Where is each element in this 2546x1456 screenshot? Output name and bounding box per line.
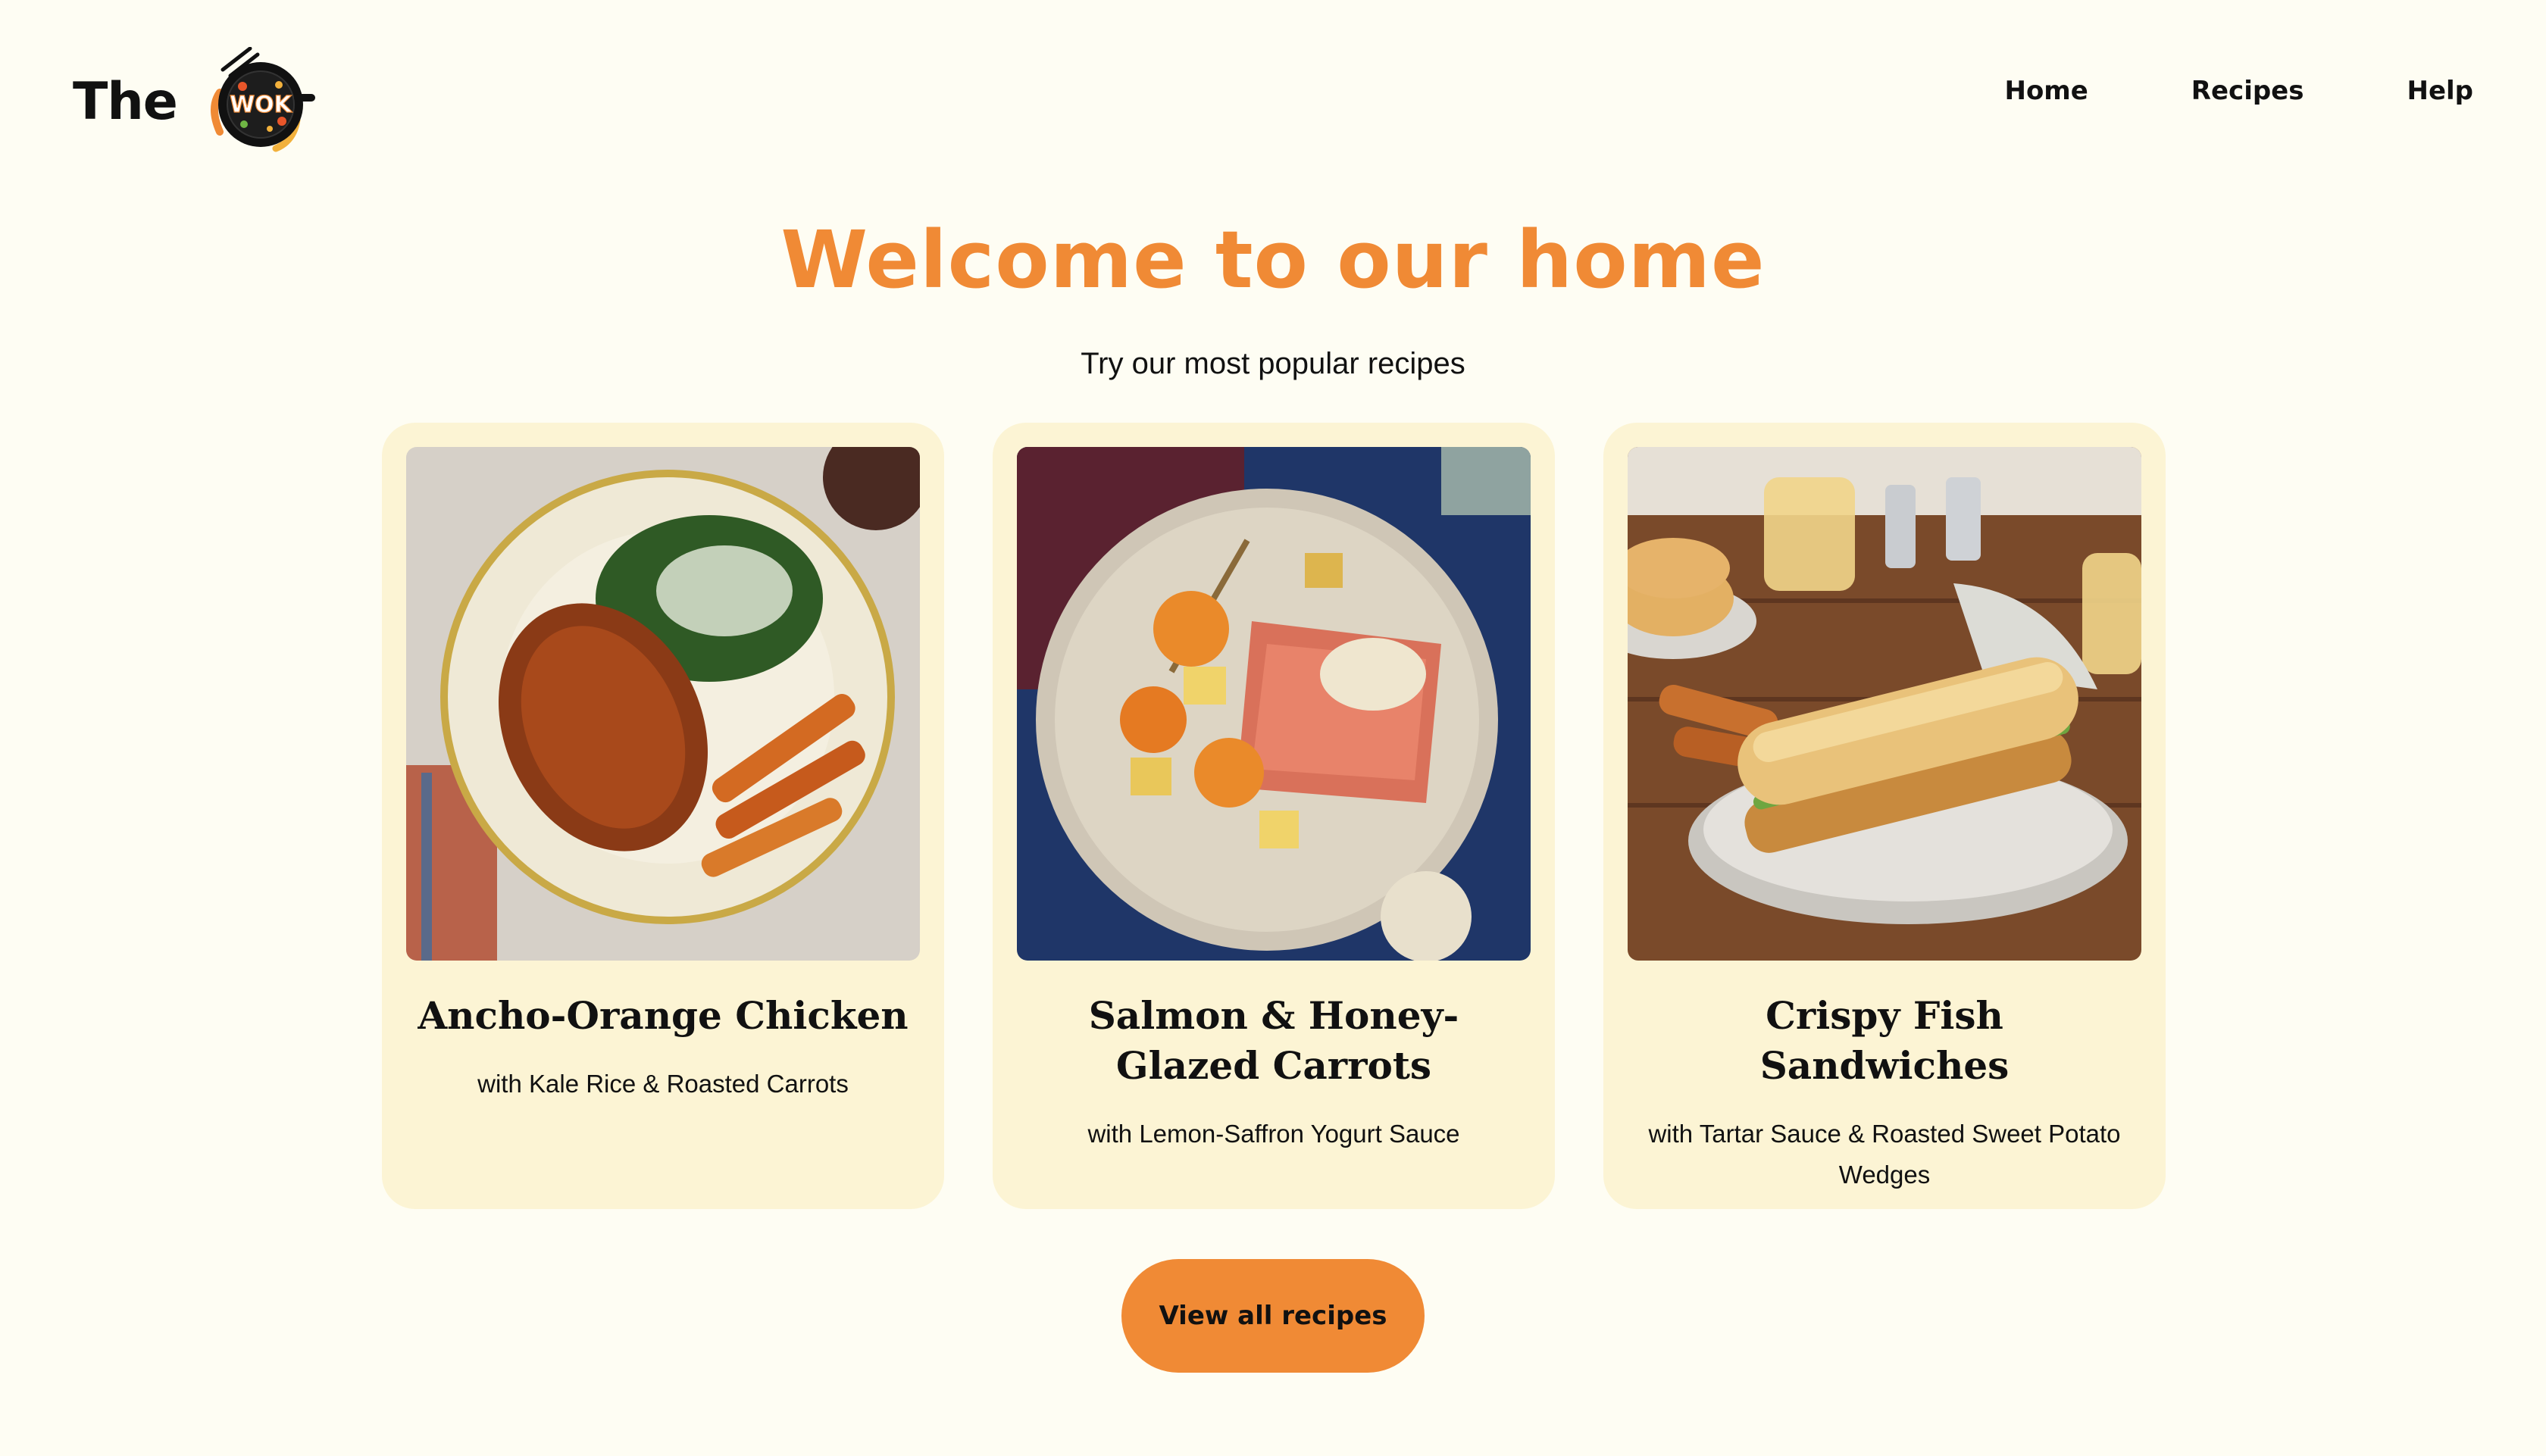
nav-home-link[interactable]: Home (2004, 76, 2088, 106)
recipe-description: with Tartar Sauce & Roasted Sweet Potato… (1648, 1120, 2121, 1189)
recipe-card-salmon-honey-glazed-carrots[interactable]: Salmon & Honey-Glazed Carrots with Lemon… (993, 423, 1555, 1209)
recipe-title: Crispy Fish Sandwiches (1759, 993, 2010, 1088)
nav-help-link[interactable]: Help (2407, 76, 2473, 106)
logo[interactable]: The WOK (73, 47, 318, 156)
wok-logo-icon: WOK (210, 47, 315, 152)
recipe-title: Ancho-Orange Chicken (418, 993, 909, 1038)
recipe-card-list: Ancho-Orange Chicken with Kale Rice & Ro… (382, 423, 2166, 1209)
page: The WOK Home Recipes Help Welcome to our… (0, 0, 2546, 1456)
recipe-image-salmon-honey-glazed-carrots (1017, 447, 1531, 961)
recipe-description: with Kale Rice & Roasted Carrots (477, 1070, 849, 1098)
recipe-image-crispy-fish-sandwiches (1628, 447, 2141, 961)
view-all-recipes-button[interactable]: View all recipes (1121, 1259, 1425, 1373)
recipe-card-crispy-fish-sandwiches[interactable]: Crispy Fish Sandwiches with Tartar Sauce… (1603, 423, 2166, 1209)
page-subtitle: Try our most popular recipes (1081, 347, 1465, 380)
recipe-description: with Lemon-Saffron Yogurt Sauce (1087, 1120, 1460, 1148)
nav-recipes-link[interactable]: Recipes (2191, 76, 2304, 106)
site-header: The WOK Home Recipes Help (0, 0, 2546, 182)
recipe-image-ancho-orange-chicken (406, 447, 920, 961)
svg-text:WOK: WOK (230, 92, 293, 118)
main-nav: Home Recipes Help (2004, 76, 2473, 106)
page-title: Welcome to our home (780, 214, 1766, 306)
recipe-card-ancho-orange-chicken[interactable]: Ancho-Orange Chicken with Kale Rice & Ro… (382, 423, 944, 1209)
logo-text: The (73, 71, 178, 132)
recipe-title: Salmon & Honey-Glazed Carrots (1088, 993, 1459, 1088)
